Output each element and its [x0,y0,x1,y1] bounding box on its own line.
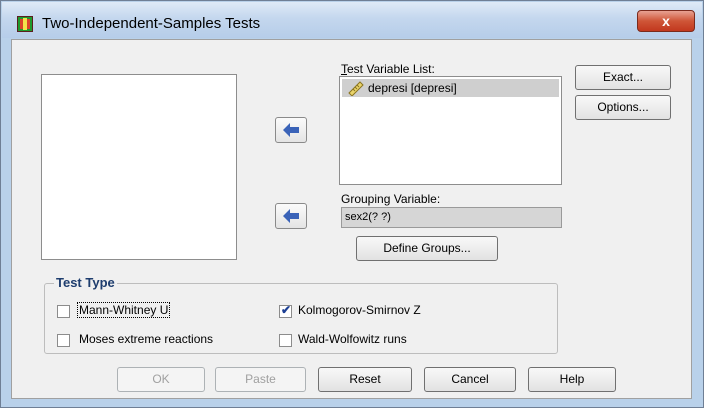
wald-wolfowitz-label[interactable]: Wald-Wolfowitz runs [298,332,407,346]
exact-button[interactable]: Exact... [575,65,671,90]
wald-wolfowitz-checkbox[interactable] [279,334,292,347]
define-groups-button[interactable]: Define Groups... [356,236,498,261]
grouping-variable-field[interactable]: sex2(? ?) [341,207,562,228]
left-arrow-icon [283,209,299,223]
move-to-test-list-button[interactable] [275,117,307,143]
moses-label[interactable]: Moses extreme reactions [79,332,213,346]
checkmark-icon: ✔ [281,303,292,317]
dialog-window: Two-Independent-Samples Tests x Test Var… [0,0,704,408]
cancel-button[interactable]: Cancel [424,367,516,392]
test-variable-list-label-text: est Variable List: [347,62,435,76]
grouping-variable-label: Grouping Variable: [341,192,441,206]
mann-whitney-checkbox[interactable] [57,305,70,318]
close-button[interactable]: x [637,10,695,32]
dialog-title: Two-Independent-Samples Tests [42,15,261,32]
reset-button[interactable]: Reset [318,367,412,392]
left-arrow-icon [283,123,299,137]
list-item[interactable]: depresi [depresi] [342,79,559,97]
options-button[interactable]: Options... [575,95,671,120]
dialog-body: Test Variable List: depresi [depresi] Gr… [11,39,692,399]
help-button[interactable]: Help [528,367,616,392]
ok-button[interactable]: OK [117,367,205,392]
source-variable-list[interactable] [41,74,237,260]
ruler-variable-icon [348,81,364,96]
mann-whitney-label[interactable]: Mann-Whitney U [77,302,171,318]
spss-app-icon [17,16,33,32]
test-variable-list-label: Test Variable List: [341,62,435,76]
moses-checkbox[interactable] [57,334,70,347]
move-to-grouping-button[interactable] [275,203,307,229]
kolmogorov-smirnov-label[interactable]: Kolmogorov-Smirnov Z [298,303,421,317]
title-bar[interactable]: Two-Independent-Samples Tests x [2,2,702,38]
kolmogorov-smirnov-checkbox[interactable]: ✔ [279,303,292,318]
test-type-title: Test Type [54,275,117,290]
test-variable-list[interactable]: depresi [depresi] [339,76,562,185]
list-item-label: depresi [depresi] [368,81,457,95]
paste-button[interactable]: Paste [215,367,306,392]
